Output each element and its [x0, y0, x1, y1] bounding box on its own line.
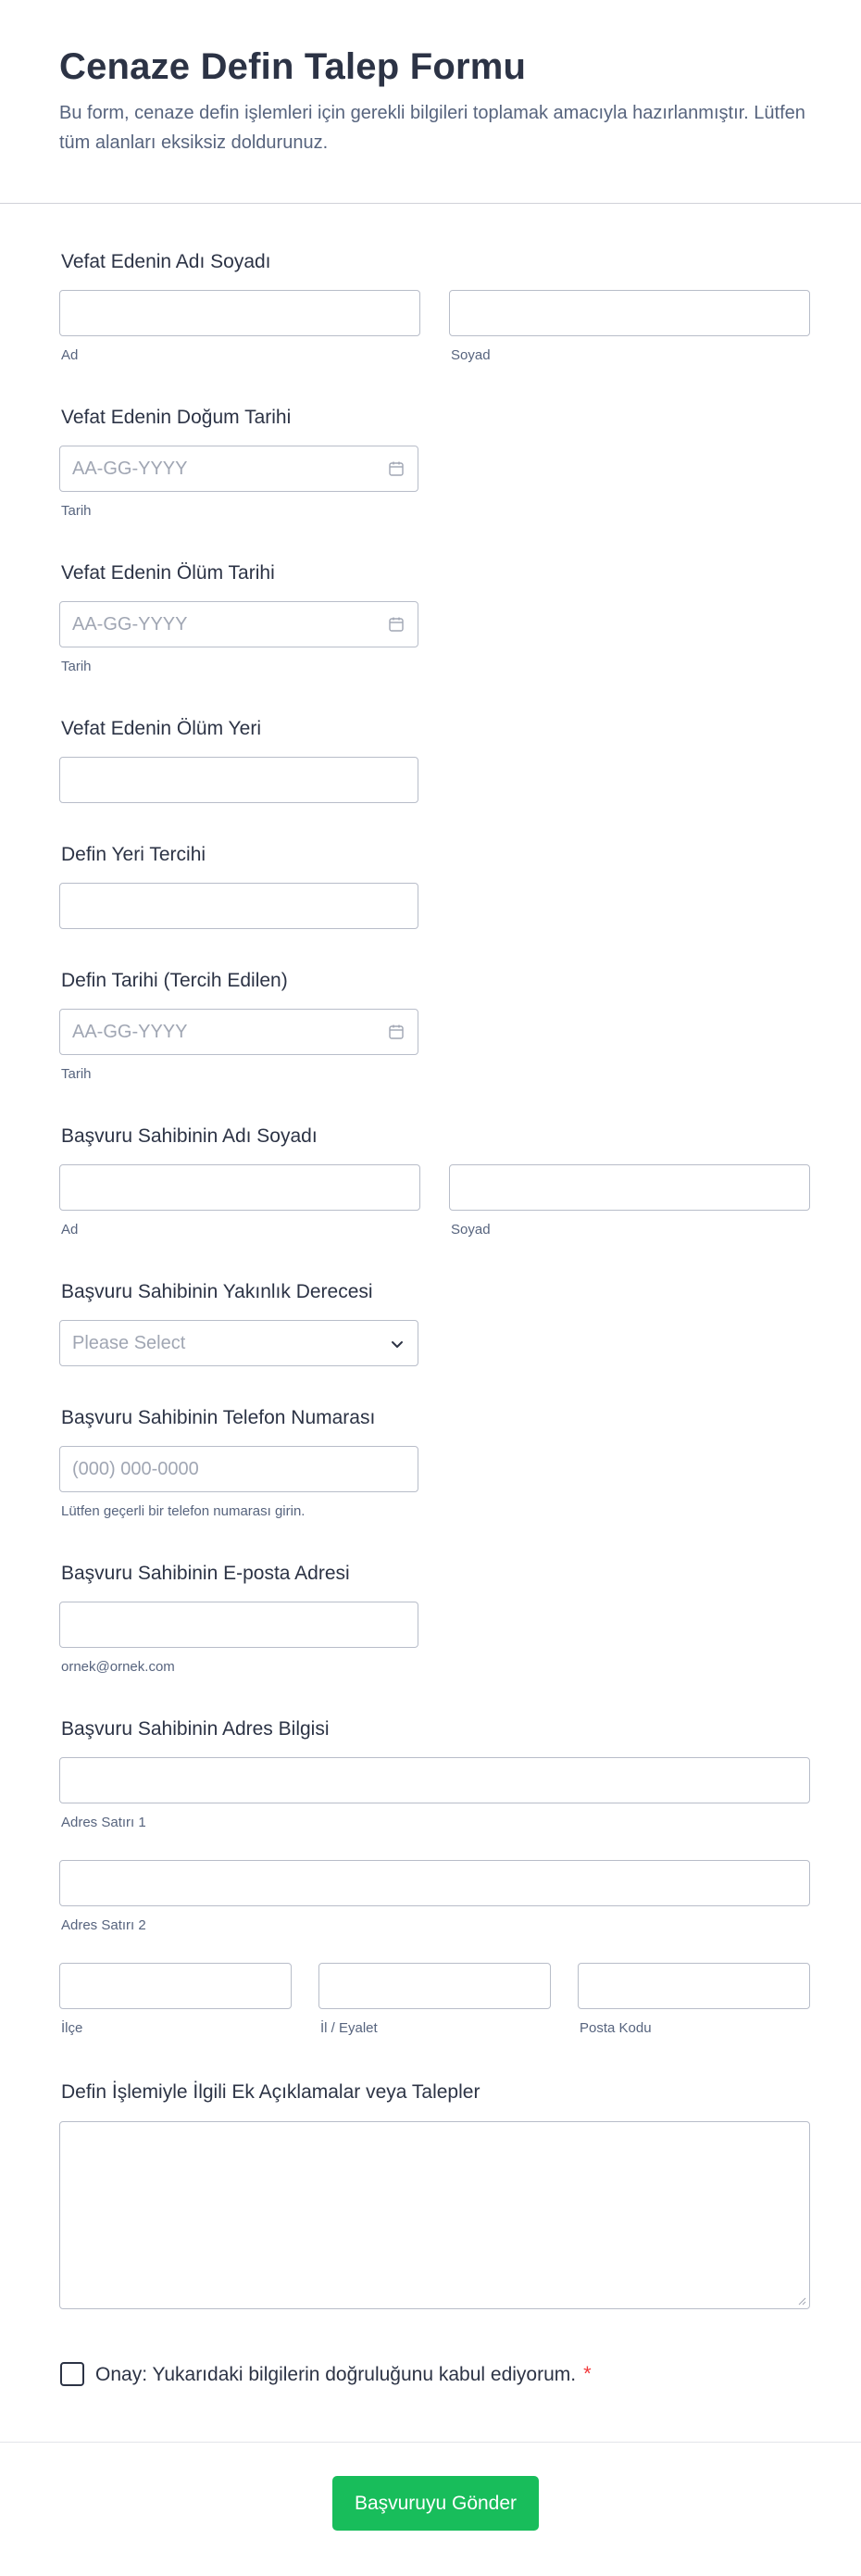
province-input[interactable]	[318, 1963, 551, 2009]
consent-text: Onay: Yukarıdaki bilgilerin doğruluğunu …	[95, 2364, 577, 2385]
resize-handle-icon[interactable]	[797, 2296, 806, 2306]
death-date-placeholder: AA-GG-YYYY	[72, 614, 188, 635]
applicant-first-name-sublabel: Ad	[61, 1222, 79, 1238]
email-label: Başvuru Sahibinin E-posta Adresi	[61, 1563, 350, 1584]
required-mark: *	[583, 2362, 592, 2385]
phone-input[interactable]: (000) 000-0000	[59, 1446, 418, 1492]
deceased-first-name-input[interactable]	[59, 290, 420, 336]
form-description: Bu form, cenaze defin işlemleri için ger…	[59, 103, 805, 153]
district-input[interactable]	[59, 1963, 292, 2009]
address-line1-sublabel: Adres Satırı 1	[61, 1815, 146, 1830]
burial-date-sublabel: Tarih	[61, 1066, 92, 1082]
death-date-label: Vefat Edenin Ölüm Tarihi	[61, 562, 275, 584]
calendar-icon[interactable]	[388, 616, 405, 633]
postal-code-sublabel: Posta Kodu	[580, 2020, 652, 2036]
death-place-input[interactable]	[59, 757, 418, 803]
burial-date-placeholder: AA-GG-YYYY	[72, 1022, 188, 1042]
burial-place-input[interactable]	[59, 883, 418, 929]
deceased-last-name-sublabel: Soyad	[451, 347, 491, 363]
email-sublabel: ornek@ornek.com	[61, 1659, 175, 1675]
death-date-input[interactable]: AA-GG-YYYY	[59, 601, 418, 647]
email-input[interactable]	[59, 1602, 418, 1648]
notes-textarea[interactable]	[59, 2121, 810, 2309]
chevron-down-icon	[392, 1341, 403, 1348]
form-header: Cenaze Defin Talep Formu Bu form, cenaze…	[0, 0, 861, 204]
burial-date-label: Defin Tarihi (Tercih Edilen)	[61, 970, 288, 991]
calendar-icon[interactable]	[388, 460, 405, 477]
applicant-last-name-input[interactable]	[449, 1164, 810, 1211]
deceased-name-label: Vefat Edenin Adı Soyadı	[61, 251, 271, 272]
birth-date-sublabel: Tarih	[61, 503, 92, 519]
phone-label: Başvuru Sahibinin Telefon Numarası	[61, 1407, 376, 1428]
address-line1-input[interactable]	[59, 1757, 810, 1803]
burial-place-label: Defin Yeri Tercihi	[61, 844, 206, 865]
birth-date-label: Vefat Edenin Doğum Tarihi	[61, 407, 292, 428]
relationship-label: Başvuru Sahibinin Yakınlık Derecesi	[61, 1281, 373, 1302]
birth-date-input[interactable]: AA-GG-YYYY	[59, 446, 418, 492]
phone-sublabel: Lütfen geçerli bir telefon numarası giri…	[61, 1503, 306, 1519]
deceased-first-name-sublabel: Ad	[61, 347, 79, 363]
address-line2-sublabel: Adres Satırı 2	[61, 1917, 146, 1933]
province-sublabel: İl / Eyalet	[320, 2020, 378, 2036]
calendar-icon[interactable]	[388, 1024, 405, 1040]
relationship-selected-value: Please Select	[72, 1333, 186, 1353]
consent-label[interactable]: Onay: Yukarıdaki bilgilerin doğruluğunu …	[95, 2362, 592, 2386]
page-title: Cenaze Defin Talep Formu	[59, 46, 527, 87]
address-line2-input[interactable]	[59, 1860, 810, 1906]
deceased-last-name-input[interactable]	[449, 290, 810, 336]
birth-date-placeholder: AA-GG-YYYY	[72, 459, 188, 479]
district-sublabel: İlçe	[61, 2020, 83, 2036]
applicant-last-name-sublabel: Soyad	[451, 1222, 491, 1238]
notes-label: Defin İşlemiyle İlgili Ek Açıklamalar ve…	[61, 2081, 480, 2103]
relationship-select[interactable]: Please Select	[59, 1320, 418, 1366]
submit-button[interactable]: Başvuruyu Gönder	[332, 2476, 539, 2531]
phone-placeholder: (000) 000-0000	[72, 1459, 199, 1479]
applicant-name-label: Başvuru Sahibinin Adı Soyadı	[61, 1125, 318, 1147]
burial-date-input[interactable]: AA-GG-YYYY	[59, 1009, 418, 1055]
death-place-label: Vefat Edenin Ölüm Yeri	[61, 718, 261, 739]
death-date-sublabel: Tarih	[61, 659, 92, 674]
consent-checkbox[interactable]	[60, 2362, 84, 2386]
postal-code-input[interactable]	[578, 1963, 810, 2009]
address-label: Başvuru Sahibinin Adres Bilgisi	[61, 1718, 330, 1740]
applicant-first-name-input[interactable]	[59, 1164, 420, 1211]
